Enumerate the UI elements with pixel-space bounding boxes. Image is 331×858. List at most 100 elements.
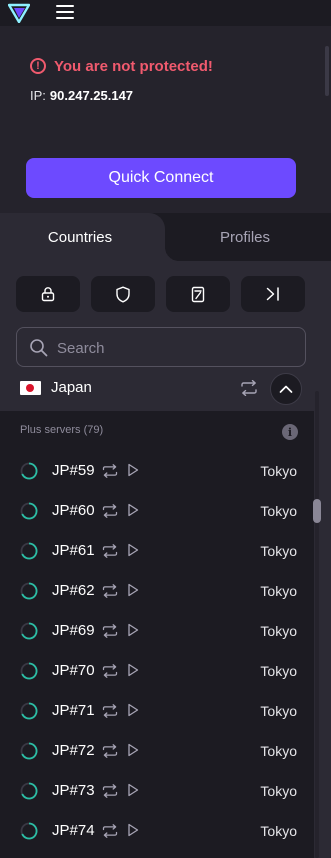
- protection-status-text: You are not protected!: [54, 57, 213, 75]
- scrollbar-track[interactable]: [315, 391, 319, 858]
- switch-server-icon[interactable]: [102, 704, 118, 718]
- switch-server-icon[interactable]: [102, 504, 118, 518]
- server-city: Tokyo: [260, 663, 297, 679]
- server-row[interactable]: JP#62 Tokyo: [0, 571, 314, 611]
- lock-icon: [41, 287, 55, 302]
- secure-core-arrow-icon: [266, 287, 279, 301]
- server-city: Tokyo: [260, 583, 297, 599]
- switch-server-icon[interactable]: [102, 584, 118, 598]
- server-load-icon: [20, 542, 38, 560]
- server-name: JP#74: [52, 822, 95, 839]
- switch-server-icon[interactable]: [102, 624, 118, 638]
- server-name: JP#69: [52, 622, 95, 639]
- ip-address: IP: 90.247.25.147: [30, 88, 133, 103]
- scrollbar-thumb[interactable]: [313, 499, 321, 523]
- server-load-icon: [20, 622, 38, 640]
- server-name: JP#71: [52, 702, 95, 719]
- search-icon: [30, 339, 48, 357]
- server-name: JP#62: [52, 582, 95, 599]
- collapse-country-button[interactable]: [270, 373, 302, 405]
- tab-bar: Countries Profiles: [0, 213, 331, 261]
- server-city: Tokyo: [260, 783, 297, 799]
- server-load-icon: [20, 462, 38, 480]
- server-name: JP#70: [52, 662, 95, 679]
- ip-label: IP:: [30, 88, 46, 103]
- server-row[interactable]: JP#72 Tokyo: [0, 731, 314, 771]
- server-load-icon: [20, 662, 38, 680]
- server-row[interactable]: JP#60 Tokyo: [0, 491, 314, 531]
- server-filters: [16, 276, 305, 312]
- server-city: Tokyo: [260, 503, 297, 519]
- server-city: Tokyo: [260, 623, 297, 639]
- japan-flag-icon: [20, 381, 41, 395]
- server-city: Tokyo: [260, 703, 297, 719]
- server-row[interactable]: JP#74 Tokyo: [0, 811, 314, 851]
- server-row[interactable]: JP#69 Tokyo: [0, 611, 314, 651]
- switch-server-icon[interactable]: [102, 824, 118, 838]
- connect-play-icon[interactable]: [127, 663, 139, 677]
- panel-scrollbar[interactable]: [325, 46, 329, 96]
- switch-server-icon[interactable]: [102, 544, 118, 558]
- server-row[interactable]: JP#59 Tokyo: [0, 451, 314, 491]
- switch-server-icon[interactable]: [102, 784, 118, 798]
- server-load-icon: [20, 782, 38, 800]
- chevron-up-icon: [279, 385, 293, 393]
- title-bar: [0, 0, 331, 26]
- server-name: JP#73: [52, 782, 95, 799]
- switch-server-icon[interactable]: [102, 744, 118, 758]
- connect-play-icon[interactable]: [127, 823, 139, 837]
- server-load-icon: [20, 702, 38, 720]
- server-name: JP#59: [52, 462, 95, 479]
- search-input[interactable]: [57, 337, 297, 359]
- country-name: Japan: [51, 379, 92, 396]
- server-name: JP#72: [52, 742, 95, 759]
- tab-profiles[interactable]: Profiles: [165, 213, 325, 261]
- server-load-icon: [20, 822, 38, 840]
- server-city: Tokyo: [260, 543, 297, 559]
- server-city: Tokyo: [260, 743, 297, 759]
- protection-status: ! You are not protected!: [30, 56, 213, 76]
- connection-status-panel: ! You are not protected! IP: 90.247.25.14…: [0, 26, 331, 213]
- server-row[interactable]: JP#70 Tokyo: [0, 651, 314, 691]
- server-city: Tokyo: [260, 463, 297, 479]
- connect-play-icon[interactable]: [127, 623, 139, 637]
- proton-vpn-logo-icon: [8, 3, 30, 23]
- list-scrollbar[interactable]: [312, 391, 322, 858]
- quick-connect-button[interactable]: Quick Connect: [26, 158, 296, 198]
- tab-countries[interactable]: Countries: [0, 213, 160, 261]
- server-name: JP#60: [52, 502, 95, 519]
- server-list: Plus servers (79) i JP#59 Tokyo JP#60 Tokyo…: [0, 411, 314, 858]
- country-row-japan[interactable]: Japan: [0, 369, 322, 409]
- connect-play-icon[interactable]: [127, 503, 139, 517]
- shield-icon: [116, 286, 130, 302]
- switch-server-icon[interactable]: [240, 380, 258, 396]
- filter-netshield-button[interactable]: [91, 276, 155, 312]
- filter-streaming-button[interactable]: [241, 276, 305, 312]
- server-row[interactable]: JP#61 Tokyo: [0, 531, 314, 571]
- server-city: Tokyo: [260, 823, 297, 839]
- filter-secure-core-button[interactable]: [16, 276, 80, 312]
- ip-value: 90.247.25.147: [49, 88, 134, 103]
- server-load-icon: [20, 582, 38, 600]
- connect-play-icon[interactable]: [127, 743, 139, 757]
- server-row[interactable]: JP#73 Tokyo: [0, 771, 314, 811]
- search-box[interactable]: [16, 327, 306, 367]
- connect-play-icon[interactable]: [127, 543, 139, 557]
- server-group-header: Plus servers (79): [20, 424, 104, 436]
- server-load-icon: [20, 502, 38, 520]
- server-load-icon: [20, 742, 38, 760]
- filter-p2p-button[interactable]: [166, 276, 230, 312]
- connect-play-icon[interactable]: [127, 783, 139, 797]
- server-row[interactable]: JP#71 Tokyo: [0, 691, 314, 731]
- hamburger-menu-icon[interactable]: [56, 5, 74, 19]
- server-name: JP#61: [52, 542, 95, 559]
- countries-panel: Japan Plus servers (79) i JP#59TokyoJP#6…: [0, 261, 331, 858]
- tor-device-icon: [191, 286, 205, 302]
- switch-server-icon[interactable]: [102, 664, 118, 678]
- connect-play-icon[interactable]: [127, 583, 139, 597]
- connect-play-icon[interactable]: [127, 703, 139, 717]
- connect-play-icon[interactable]: [127, 463, 139, 477]
- warning-icon: !: [30, 58, 46, 74]
- switch-server-icon[interactable]: [102, 464, 118, 478]
- info-icon[interactable]: i: [282, 424, 298, 440]
